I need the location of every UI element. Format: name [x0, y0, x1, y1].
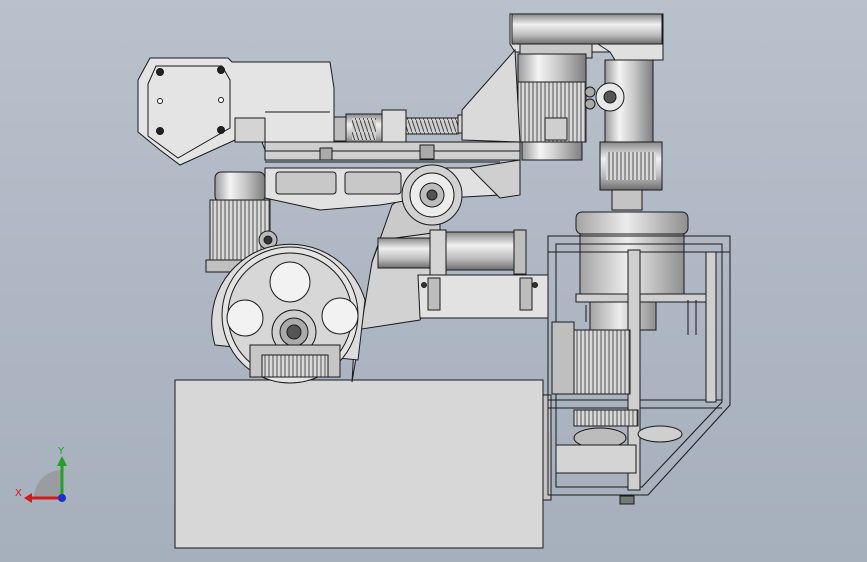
right-gearbox: [509, 13, 664, 61]
clamp-bracket: [417, 274, 549, 319]
frame-internals: [551, 300, 697, 505]
base-block: [174, 379, 552, 549]
y-axis-label: Y: [57, 446, 65, 457]
right-motor: [517, 53, 587, 161]
machine-assembly-drawing: Y X: [15, 13, 731, 549]
slotted-arm: [264, 161, 501, 211]
spindle-column: [584, 59, 663, 211]
cad-viewport[interactable]: Y X: [0, 0, 867, 562]
z-axis-dot: [58, 494, 66, 502]
coordinate-triad: Y X: [15, 446, 67, 503]
x-axis-label: X: [15, 488, 22, 499]
upper-pulley: [401, 164, 463, 226]
rotary-drum: [575, 211, 711, 331]
